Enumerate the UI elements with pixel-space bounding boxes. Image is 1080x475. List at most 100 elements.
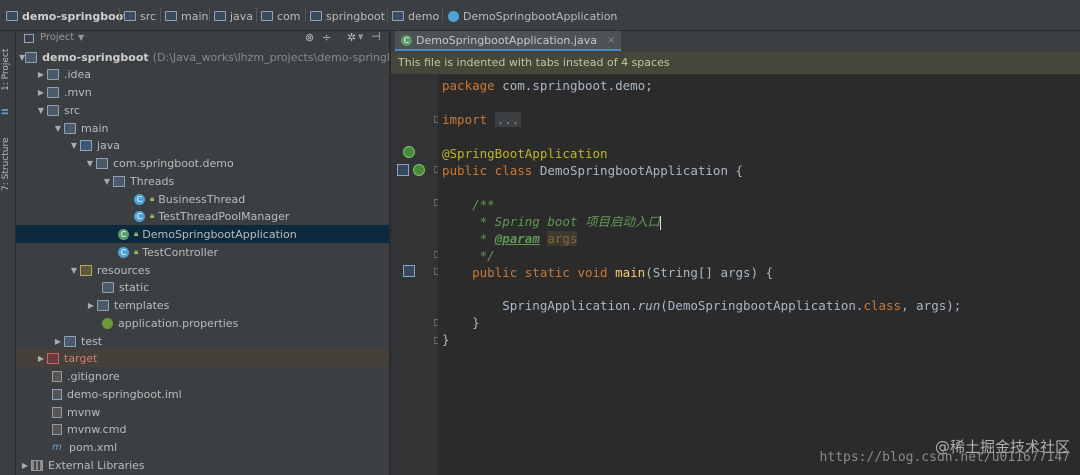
- tree-item-resources[interactable]: ▼ resources: [16, 261, 441, 279]
- project-tool-icon[interactable]: II: [0, 103, 15, 117]
- expand-arrow-icon[interactable]: ▼: [68, 266, 80, 275]
- chevron-down-icon[interactable]: ▼: [78, 33, 84, 42]
- expand-arrow-icon[interactable]: ▼: [35, 106, 47, 115]
- excluded-folder-icon: [47, 352, 59, 364]
- breadcrumb-label: java: [230, 9, 254, 23]
- code-line: public static void main(String[] args) {: [442, 265, 774, 280]
- breadcrumb-separator: [387, 8, 388, 22]
- tree-item-label: .idea: [64, 67, 92, 81]
- tree-item-label: java: [97, 138, 121, 152]
- tree-item-label: Threads: [130, 174, 175, 188]
- tree-item-label: mvnw: [67, 405, 101, 419]
- tree-item-iml[interactable]: demo-springboot.iml: [16, 385, 425, 403]
- file-icon: [52, 370, 62, 382]
- spring-class-icon: C: [401, 34, 412, 46]
- editor-gutter: [391, 74, 439, 475]
- breadcrumb-separator: [209, 8, 210, 22]
- tree-item-src[interactable]: ▼ src: [16, 101, 408, 119]
- breadcrumb-item[interactable]: com: [261, 8, 301, 24]
- expand-arrow-icon[interactable]: ▼: [52, 124, 64, 133]
- tree-item-pom[interactable]: m pom.xml: [16, 438, 425, 456]
- collapse-all-icon[interactable]: ÷: [322, 31, 331, 44]
- project-tool-tab[interactable]: 1: Project: [0, 35, 15, 95]
- expand-arrow-icon[interactable]: ▶: [35, 354, 47, 363]
- folder-icon: [97, 299, 109, 311]
- package-icon: [113, 175, 125, 187]
- expand-arrow-icon[interactable]: ▶: [35, 88, 47, 97]
- folded-imports[interactable]: ...: [494, 112, 522, 127]
- tree-item-mvn[interactable]: ▶ .mvn: [16, 83, 408, 101]
- close-icon[interactable]: ×: [607, 35, 615, 46]
- folder-icon: [64, 335, 76, 347]
- breadcrumb-item[interactable]: springboot: [310, 8, 385, 24]
- project-view-icon: [24, 34, 34, 43]
- editor-tab-active[interactable]: C DemoSpringbootApplication.java ×: [395, 31, 622, 51]
- tree-item-main[interactable]: ▼ main: [16, 119, 425, 137]
- spring-bean-gutter-icon[interactable]: [413, 164, 425, 176]
- code-line: import ...: [442, 112, 522, 127]
- gear-icon[interactable]: ✲: [347, 31, 356, 44]
- breadcrumb-item[interactable]: main: [165, 8, 208, 24]
- scroll-from-source-icon[interactable]: ⊗: [305, 31, 314, 44]
- text-caret: [660, 215, 661, 230]
- source-folder-icon: [80, 139, 92, 151]
- tree-item-test[interactable]: ▶ test: [16, 332, 425, 350]
- package-icon: [310, 11, 322, 21]
- tree-item-mvnw[interactable]: mvnw: [16, 403, 425, 421]
- expand-arrow-icon[interactable]: ▼: [68, 141, 80, 150]
- spring-bean-gutter-icon[interactable]: [403, 146, 415, 158]
- folder-icon: [102, 281, 114, 293]
- hide-panel-icon[interactable]: ⊣: [371, 30, 381, 43]
- code-line: * @param args: [442, 231, 578, 246]
- project-view-selector[interactable]: Project: [40, 32, 74, 43]
- folder-icon: [165, 11, 177, 21]
- spring-leaf-icon: [102, 317, 113, 329]
- breadcrumb-item[interactable]: demo-springboot: [6, 8, 129, 24]
- project-panel-header: Project ▼ ⊗ ÷ ✲ ▼ ⊣: [16, 30, 389, 48]
- module-folder-icon: [25, 51, 38, 63]
- code-editor[interactable]: package com.springboot.demo; import ... …: [438, 74, 1080, 475]
- tree-item-idea[interactable]: ▶ .idea: [16, 65, 408, 83]
- expand-arrow-icon[interactable]: ▼: [101, 177, 113, 186]
- expand-arrow-icon[interactable]: ▼: [84, 159, 96, 168]
- libraries-icon: [31, 459, 43, 471]
- tree-item-mvnw-cmd[interactable]: mvnw.cmd: [16, 420, 425, 438]
- file-icon: [52, 423, 62, 435]
- class-icon: C: [134, 193, 145, 205]
- tree-item-target[interactable]: ▶ target: [16, 349, 408, 367]
- tree-item-label: resources: [97, 263, 151, 277]
- run-gutter-icon[interactable]: [397, 164, 409, 176]
- breadcrumb-item[interactable]: demo: [392, 8, 439, 24]
- tree-item-gitignore[interactable]: .gitignore: [16, 367, 425, 385]
- folder-icon: [47, 86, 59, 98]
- code-line: * Spring boot 项目启动入口: [442, 214, 661, 230]
- tree-item-label: TestController: [142, 245, 219, 259]
- breadcrumb-separator: [119, 8, 120, 22]
- breadcrumb-item[interactable]: src: [124, 8, 156, 24]
- class-icon: C: [118, 246, 129, 258]
- code-line: package com.springboot.demo;: [442, 78, 653, 93]
- package-icon: [96, 157, 108, 169]
- editor-tab-label: DemoSpringbootApplication.java: [416, 33, 597, 47]
- tree-item-project-root[interactable]: ▼ demo-springboot (D:\Java_works\lhzm_pr…: [16, 48, 416, 66]
- folder-icon: [124, 11, 136, 21]
- expand-arrow-icon[interactable]: ▶: [19, 461, 31, 470]
- project-folder-icon: [6, 11, 18, 21]
- structure-tool-tab[interactable]: 7: Structure: [0, 121, 15, 201]
- tree-item-external-libraries[interactable]: ▶ External Libraries: [16, 456, 392, 474]
- expand-arrow-icon[interactable]: ▶: [52, 337, 64, 346]
- expand-arrow-icon[interactable]: ▶: [35, 70, 47, 79]
- breadcrumb-item[interactable]: DemoSpringbootApplication: [448, 8, 617, 24]
- breadcrumb-item[interactable]: java: [214, 8, 253, 24]
- tree-item-label: static: [119, 280, 150, 294]
- tree-item-java[interactable]: ▼ java: [16, 136, 441, 154]
- run-main-gutter-icon[interactable]: [403, 265, 415, 277]
- breadcrumb-label: src: [140, 9, 157, 23]
- code-line: }: [442, 332, 450, 347]
- package-icon: [392, 11, 404, 21]
- chevron-down-icon[interactable]: ▼: [358, 33, 363, 41]
- tree-item-label: .gitignore: [67, 369, 120, 383]
- expand-arrow-icon[interactable]: ▶: [85, 301, 97, 310]
- tree-item-label: target: [64, 351, 98, 365]
- lock-icon: 🔒︎: [150, 194, 155, 203]
